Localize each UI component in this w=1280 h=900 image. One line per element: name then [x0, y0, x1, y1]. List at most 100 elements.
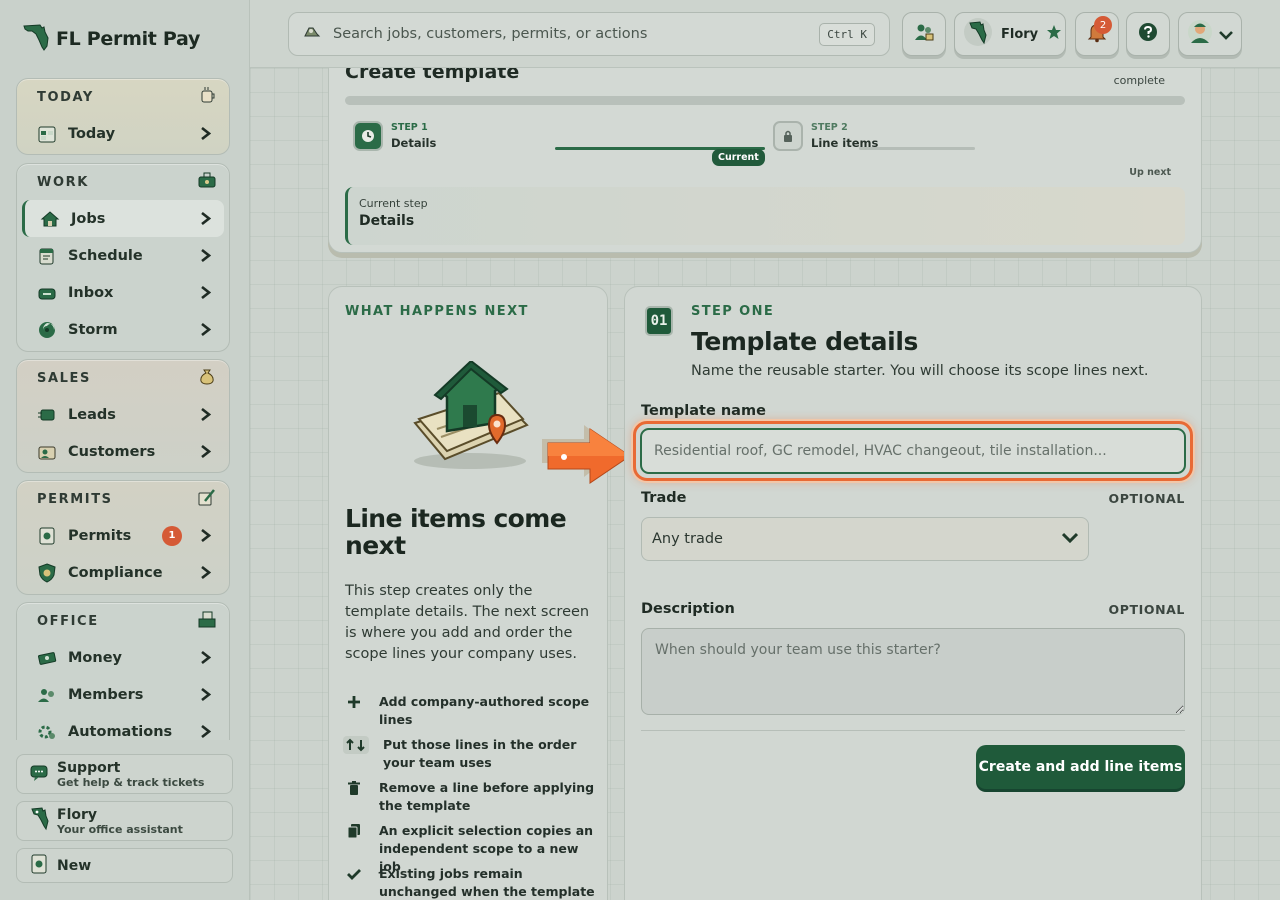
chevron-right-icon [198, 249, 212, 263]
assistant-subtitle: Your office assistant [57, 822, 183, 836]
assistant-chip-label: Flory [1001, 26, 1039, 42]
sidebar-item-schedule[interactable]: Schedule [22, 237, 224, 274]
sidebar-item-label: Storm [68, 321, 118, 338]
new-button[interactable]: New [16, 848, 233, 883]
description-textarea[interactable] [641, 628, 1185, 715]
assistant-text: Flory Your office assistant [57, 807, 183, 836]
new-title: New [57, 857, 92, 874]
template-name-highlight [633, 421, 1193, 481]
notifications-button[interactable]: 2 [1075, 12, 1119, 56]
sidebar-item-label: Compliance [68, 564, 163, 581]
chevron-down-icon [1061, 531, 1079, 547]
top-bar: Search jobs, customers, permits, or acti… [250, 0, 1280, 68]
sidebar-item-label: Jobs [71, 210, 106, 227]
team-icon [913, 21, 935, 47]
flory-avatar-icon [963, 17, 993, 51]
assistant-button[interactable]: Flory Your office assistant [16, 801, 233, 841]
step-1-text: STEP 1 Details [391, 122, 436, 150]
storm-icon [36, 319, 58, 341]
progress-card: Create template complete STEP 1 Details … [328, 68, 1202, 253]
sidebar-item-customers[interactable]: Customers [22, 433, 224, 470]
sidebar-item-label: Leads [68, 406, 116, 423]
form-title: Template details [691, 327, 918, 356]
current-step-box: Current step Details [345, 187, 1185, 245]
members-icon [36, 684, 58, 706]
plus-icon [343, 693, 365, 711]
assistant-chip[interactable]: Flory [954, 12, 1066, 56]
chevron-right-icon [198, 212, 212, 226]
support-title: Support [57, 759, 121, 776]
support-button[interactable]: Support Get help & track tickets [16, 754, 233, 794]
nav-group-office: OFFICE Money Members Automations [16, 602, 230, 752]
group-head: TODAY [17, 79, 229, 115]
team-button[interactable] [902, 12, 946, 56]
notification-count-badge: 2 [1094, 16, 1112, 34]
group-head: WORK [17, 164, 229, 200]
chevron-right-icon [198, 651, 212, 665]
sidebar: FL Permit Pay TODAY Today WORK Jobs Sche… [0, 0, 250, 900]
nav-group-permits: PERMITS Permits 1 Compliance [16, 480, 230, 595]
sidebar-item-label: Members [68, 686, 144, 703]
sidebar-item-members[interactable]: Members [22, 676, 224, 713]
flory-mascot-icon [29, 806, 49, 836]
assistant-title: Flory [57, 806, 98, 823]
create-and-add-line-items-button[interactable]: Create and add line items [976, 745, 1185, 789]
bullet-text: Existing jobs remain unchanged when the … [379, 866, 595, 899]
sidebar-item-money[interactable]: Money [22, 639, 224, 676]
sidebar-item-leads[interactable]: Leads [22, 396, 224, 433]
sidebar-item-jobs[interactable]: Jobs [22, 200, 224, 237]
lock-icon [773, 121, 803, 151]
search-bar[interactable]: Search jobs, customers, permits, or acti… [288, 12, 890, 56]
description-optional-label: OPTIONAL [1108, 602, 1185, 617]
help-button[interactable] [1126, 12, 1170, 56]
sidebar-item-permits[interactable]: Permits 1 [22, 517, 224, 554]
template-name-input[interactable] [640, 428, 1186, 474]
group-title-work: WORK [37, 174, 89, 190]
florida-logo-icon [22, 22, 50, 56]
bullet-text: Add company-authored scope lines [379, 694, 590, 727]
page-title: Create template [345, 68, 520, 83]
reorder-icon [343, 736, 369, 754]
progress-bar [345, 96, 1185, 105]
step-number-text: 01 [650, 313, 668, 329]
current-step-label: Current step [359, 197, 428, 210]
step-1-name: Details [391, 136, 437, 150]
form-divider [641, 730, 1185, 731]
description-label: Description [641, 601, 735, 617]
brand[interactable]: FL Permit Pay [22, 22, 200, 56]
trade-select[interactable]: Any trade [641, 517, 1089, 561]
group-head: PERMITS [17, 481, 229, 517]
step-1[interactable]: STEP 1 Details [353, 121, 436, 151]
house-permit-illustration-icon [407, 359, 533, 477]
sidebar-item-inbox[interactable]: Inbox [22, 274, 224, 311]
support-text: Support Get help & track tickets [57, 760, 204, 789]
bullet-item: Add company-authored scope lines [343, 693, 597, 729]
group-title-sales: SALES [37, 370, 91, 386]
step-number-badge: 01 [645, 306, 673, 336]
group-head: SALES [17, 360, 229, 396]
sidebar-item-storm[interactable]: Storm [22, 311, 224, 348]
group-head: OFFICE [17, 603, 229, 639]
step-2-text: STEP 2 Line items [811, 122, 878, 150]
bullet-item: Remove a line before applying the templa… [343, 779, 597, 815]
sidebar-item-label: Today [68, 125, 116, 142]
today-icon [36, 123, 58, 145]
sidebar-item-compliance[interactable]: Compliance [22, 554, 224, 591]
search-placeholder: Search jobs, customers, permits, or acti… [333, 26, 648, 42]
trade-label: Trade [641, 490, 687, 506]
current-pill: Current [712, 149, 765, 166]
trash-icon [343, 779, 365, 797]
user-menu-button[interactable] [1178, 12, 1242, 56]
toolbox-icon [197, 171, 217, 193]
chevron-right-icon [198, 445, 212, 459]
sidebar-item-label: Permits [68, 527, 132, 544]
star-icon [1046, 24, 1062, 44]
progress-complete-label: complete [1113, 74, 1165, 87]
inbox-icon [36, 282, 58, 304]
nav-group-sales: SALES Leads Customers [16, 359, 230, 473]
sidebar-item-today[interactable]: Today [22, 115, 224, 152]
sidebar-item-label: Inbox [68, 284, 114, 301]
chevron-right-icon [198, 688, 212, 702]
copy-icon [343, 822, 365, 840]
schedule-icon [36, 245, 58, 267]
